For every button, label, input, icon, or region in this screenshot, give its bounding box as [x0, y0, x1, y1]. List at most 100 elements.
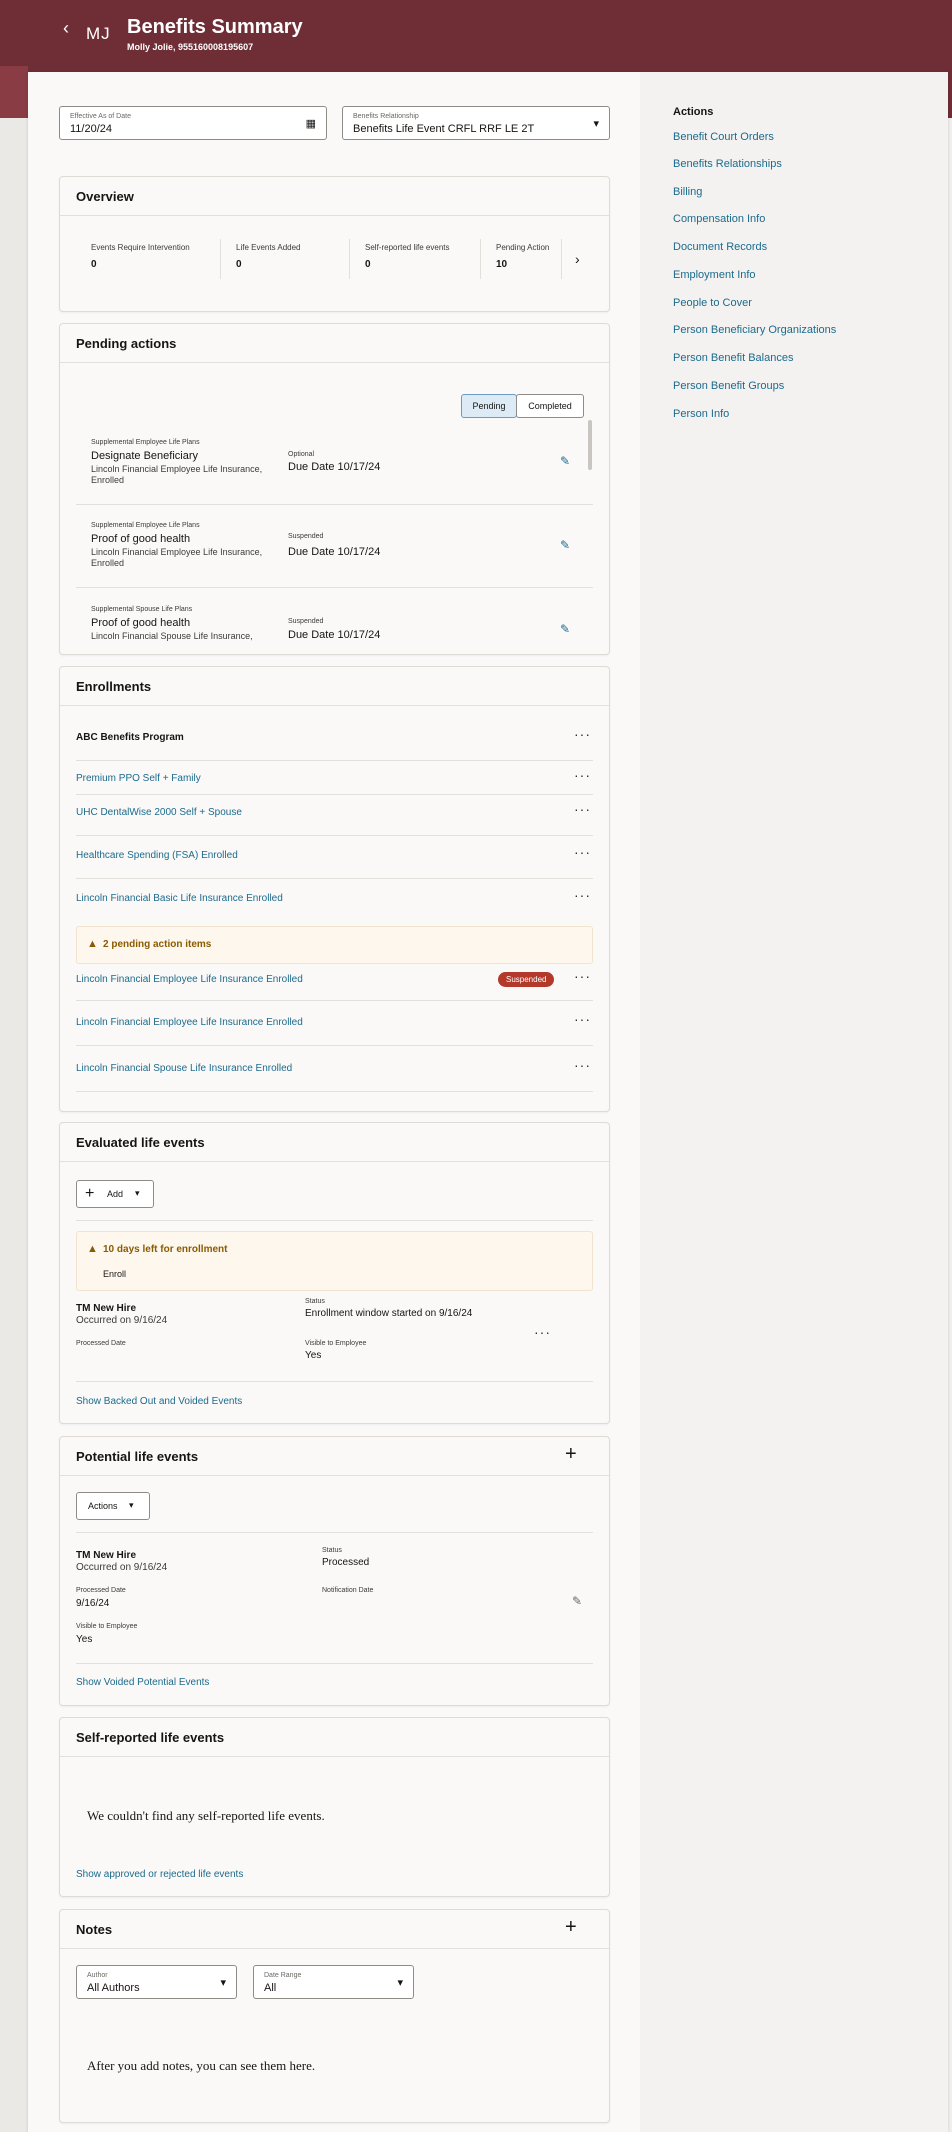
effective-date-field[interactable]: Effective As of Date 11/20/24 ▦: [59, 106, 327, 140]
enrollment-link[interactable]: Lincoln Financial Spouse Life Insurance …: [76, 1063, 292, 1074]
divider: [76, 504, 593, 505]
more-icon[interactable]: ···: [574, 968, 591, 984]
edit-icon[interactable]: ✎: [572, 1594, 584, 1608]
enrollment-link[interactable]: Lincoln Financial Employee Life Insuranc…: [76, 1017, 303, 1028]
potential-life-events-card: Potential life events + Actions ▾ TM New…: [59, 1436, 610, 1706]
chevron-down-icon: ▾: [135, 1188, 140, 1198]
metric-value[interactable]: 10: [496, 259, 507, 270]
pending-due: Due Date 10/17/24: [288, 546, 381, 558]
edit-icon[interactable]: ✎: [560, 622, 572, 636]
metric-label: Self-reported life events: [365, 243, 450, 252]
divider: [349, 239, 350, 279]
status-label: Status: [322, 1547, 342, 1554]
chevron-right-icon[interactable]: ›: [575, 251, 580, 267]
enroll-link[interactable]: Enroll: [103, 1269, 126, 1279]
more-icon[interactable]: ···: [574, 844, 591, 860]
metric-value[interactable]: 0: [91, 259, 97, 270]
action-link[interactable]: People to Cover: [673, 297, 752, 309]
action-link[interactable]: Employment Info: [673, 269, 756, 281]
enrollment-link[interactable]: Healthcare Spending (FSA) Enrolled: [76, 850, 238, 861]
calendar-icon[interactable]: ▦: [306, 117, 316, 130]
back-icon[interactable]: ‹: [56, 18, 76, 38]
divider: [480, 239, 481, 279]
chevron-down-icon: ▾: [220, 1977, 226, 1989]
pending-status: Suspended: [288, 618, 324, 625]
program-name: ABC Benefits Program: [76, 732, 184, 743]
more-icon[interactable]: ···: [574, 1011, 591, 1027]
edit-icon[interactable]: ✎: [560, 538, 572, 552]
more-icon[interactable]: ···: [534, 1324, 551, 1340]
divider: [76, 794, 593, 795]
divider: [561, 239, 562, 279]
chevron-down-icon[interactable]: ▾: [593, 117, 599, 130]
section-title: Notes: [76, 1922, 113, 1937]
action-link[interactable]: Benefit Court Orders: [673, 131, 774, 143]
button-label: Add: [107, 1189, 124, 1199]
show-approved-link[interactable]: Show approved or rejected life events: [76, 1869, 243, 1880]
enrollment-link[interactable]: UHC DentalWise 2000 Self + Spouse: [76, 807, 242, 818]
divider: [60, 362, 609, 363]
actions-menu-button[interactable]: Actions ▾: [76, 1492, 150, 1520]
more-icon[interactable]: ···: [574, 767, 591, 783]
divider: [76, 1381, 593, 1382]
status-value: Processed: [322, 1557, 370, 1568]
enrollment-link[interactable]: Lincoln Financial Employee Life Insuranc…: [76, 974, 303, 985]
notification-label: Notification Date: [322, 1587, 374, 1594]
more-icon[interactable]: ···: [574, 1057, 591, 1073]
field-value: All: [264, 1982, 277, 1994]
show-backed-out-link[interactable]: Show Backed Out and Voided Events: [76, 1396, 242, 1407]
divider: [60, 1161, 609, 1162]
section-title: Self-reported life events: [76, 1730, 225, 1745]
pending-detail: Lincoln Financial Employee Life Insuranc…: [91, 464, 263, 474]
pending-status: Optional: [288, 451, 315, 458]
empty-message: We couldn't find any self-reported life …: [87, 1808, 325, 1823]
enrollment-link[interactable]: Lincoln Financial Basic Life Insurance E…: [76, 893, 283, 904]
enrollment-link[interactable]: Premium PPO Self + Family: [76, 773, 201, 784]
warning-icon: ▲: [87, 1243, 98, 1255]
warning-banner: ▲ 10 days left for enrollment Enroll: [76, 1231, 593, 1291]
scrollbar[interactable]: [588, 420, 592, 470]
visible-label: Visible to Employee: [76, 1623, 138, 1630]
action-link[interactable]: Person Benefit Groups: [673, 380, 784, 392]
action-link[interactable]: Document Records: [673, 241, 767, 253]
more-icon[interactable]: ···: [574, 726, 591, 742]
date-range-select[interactable]: Date Range All ▾: [253, 1965, 414, 1999]
action-link[interactable]: Person Beneficiary Organizations: [673, 324, 836, 336]
metric-value[interactable]: 0: [236, 259, 242, 270]
action-link[interactable]: Person Benefit Balances: [673, 352, 793, 364]
processed-value: 9/16/24: [76, 1598, 110, 1609]
pending-toggle[interactable]: Pending: [461, 394, 517, 418]
relationship-select[interactable]: Benefits Relationship Benefits Life Even…: [342, 106, 610, 140]
add-note-icon[interactable]: +: [565, 1916, 577, 1939]
pending-category: Supplemental Employee Life Plans: [91, 522, 200, 529]
action-link[interactable]: Billing: [673, 186, 702, 198]
plus-icon: +: [85, 1185, 95, 1202]
pending-detail: Enrolled: [91, 558, 125, 568]
action-link[interactable]: Person Info: [673, 408, 729, 420]
author-select[interactable]: Author All Authors ▾: [76, 1965, 237, 1999]
pending-category: Supplemental Spouse Life Plans: [91, 606, 193, 613]
divider: [60, 215, 609, 216]
more-icon[interactable]: ···: [574, 801, 591, 817]
action-link[interactable]: Compensation Info: [673, 213, 765, 225]
add-event-button[interactable]: + Add ▾: [76, 1180, 154, 1208]
section-title: Pending actions: [76, 336, 177, 351]
banner-strip: [0, 66, 28, 118]
page-title: Benefits Summary: [127, 16, 303, 38]
more-icon[interactable]: ···: [574, 887, 591, 903]
action-link[interactable]: Benefits Relationships: [673, 158, 782, 170]
visible-label: Visible to Employee: [305, 1340, 367, 1347]
edit-icon[interactable]: ✎: [560, 454, 572, 468]
processed-label: Processed Date: [76, 1587, 126, 1594]
metric-value[interactable]: 0: [365, 259, 371, 270]
divider: [60, 705, 609, 706]
status-badge: Suspended: [498, 972, 555, 987]
show-voided-link[interactable]: Show Voided Potential Events: [76, 1677, 209, 1688]
divider: [76, 1220, 593, 1221]
warning-text: 10 days left for enrollment: [103, 1244, 228, 1255]
left-gutter: [0, 118, 28, 2132]
completed-toggle[interactable]: Completed: [516, 394, 584, 418]
pending-name: Proof of good health: [91, 617, 191, 629]
event-occurred: Occurred on 9/16/24: [76, 1315, 168, 1326]
add-icon[interactable]: +: [565, 1443, 577, 1466]
